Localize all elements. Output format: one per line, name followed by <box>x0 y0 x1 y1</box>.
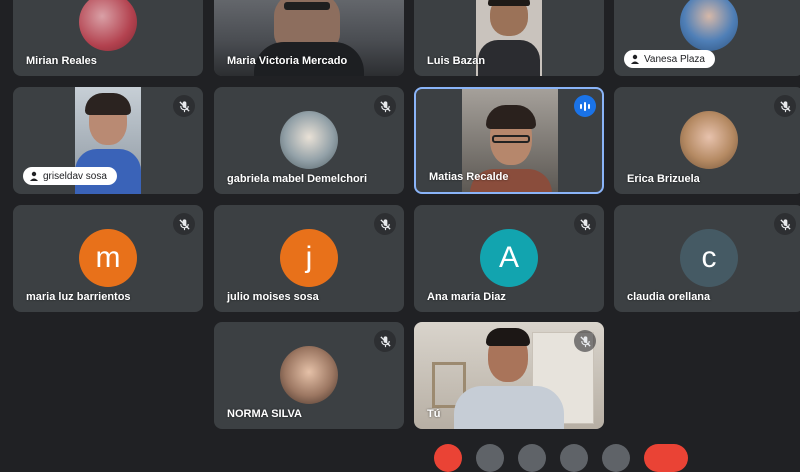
participant-tile-norma-silva[interactable]: NORMA SILVA <box>214 322 404 429</box>
participant-name: Mirian Reales <box>26 55 97 67</box>
participant-tile-self[interactable]: Tú <box>414 322 604 429</box>
participant-tile-julio-moises-sosa[interactable]: j julio moises sosa <box>214 205 404 312</box>
participant-tile-luis-bazan[interactable]: Luis Bazan <box>414 0 604 76</box>
participant-tile-claudia-orellana[interactable]: c claudia orellana <box>614 205 800 312</box>
participant-name: Ana maria Diaz <box>427 291 506 303</box>
end-call-button[interactable] <box>434 444 462 472</box>
participant-avatar: A <box>480 229 538 287</box>
participant-name: Matias Recalde <box>429 171 509 183</box>
participant-tile-gabriela-mabel-demelchori[interactable]: gabriela mabel Demelchori <box>214 87 404 194</box>
participant-photo <box>680 111 738 169</box>
participant-tile-ana-maria-diaz[interactable]: A Ana maria Diaz <box>414 205 604 312</box>
participant-tile-griseldav-sosa[interactable]: griseldav sosa <box>13 87 203 194</box>
participant-tile-maria-victoria-mercado[interactable]: Maria Victoria Mercado <box>214 0 404 76</box>
participant-name: gabriela mabel Demelchori <box>227 173 367 185</box>
person-icon <box>631 54 639 64</box>
mic-off-icon <box>374 213 396 235</box>
person-icon <box>30 171 38 181</box>
participant-name-pill: griseldav sosa <box>23 167 117 185</box>
leave-call-button[interactable] <box>644 444 688 472</box>
participant-photo <box>680 0 738 51</box>
participant-tile-erica-brizuela[interactable]: Erica Brizuela <box>614 87 800 194</box>
participant-name: griseldav sosa <box>43 170 107 182</box>
mic-off-icon <box>574 213 596 235</box>
participant-avatar: m <box>79 229 137 287</box>
participant-photo <box>280 111 338 169</box>
participant-tile-mirian-reales[interactable]: Mirian Reales <box>13 0 203 76</box>
participant-name-pill: Vanesa Plaza <box>624 50 715 68</box>
participant-name: Tú <box>427 408 441 420</box>
camera-button[interactable] <box>518 444 546 472</box>
participant-avatar: j <box>280 229 338 287</box>
mic-off-icon <box>774 213 796 235</box>
participant-name: NORMA SILVA <box>227 408 302 420</box>
mic-off-icon <box>374 95 396 117</box>
mic-off-icon <box>374 330 396 352</box>
participant-name: Erica Brizuela <box>627 173 700 185</box>
mic-off-icon <box>173 95 195 117</box>
audio-level-icon <box>574 95 596 117</box>
present-button[interactable] <box>602 444 630 472</box>
participant-photo <box>280 346 338 404</box>
participant-tile-maria-luz-barrientos[interactable]: m maria luz barrientos <box>13 205 203 312</box>
participant-name: Vanesa Plaza <box>644 53 705 65</box>
mic-off-icon <box>774 95 796 117</box>
participant-tile-matias-recalde[interactable]: Matias Recalde <box>414 87 604 194</box>
captions-button[interactable] <box>560 444 588 472</box>
mic-off-icon <box>574 330 596 352</box>
participant-name: Maria Victoria Mercado <box>227 55 348 67</box>
participant-name: Luis Bazan <box>427 55 486 67</box>
participant-tile-vanesa-plaza[interactable]: Vanesa Plaza <box>614 0 800 76</box>
participant-video <box>476 0 542 76</box>
mic-off-icon <box>173 213 195 235</box>
mic-button[interactable] <box>476 444 504 472</box>
participant-name: claudia orellana <box>627 291 711 303</box>
participant-name: julio moises sosa <box>227 291 319 303</box>
participant-avatar: c <box>680 229 738 287</box>
participant-name: maria luz barrientos <box>26 291 131 303</box>
participant-photo <box>79 0 137 51</box>
